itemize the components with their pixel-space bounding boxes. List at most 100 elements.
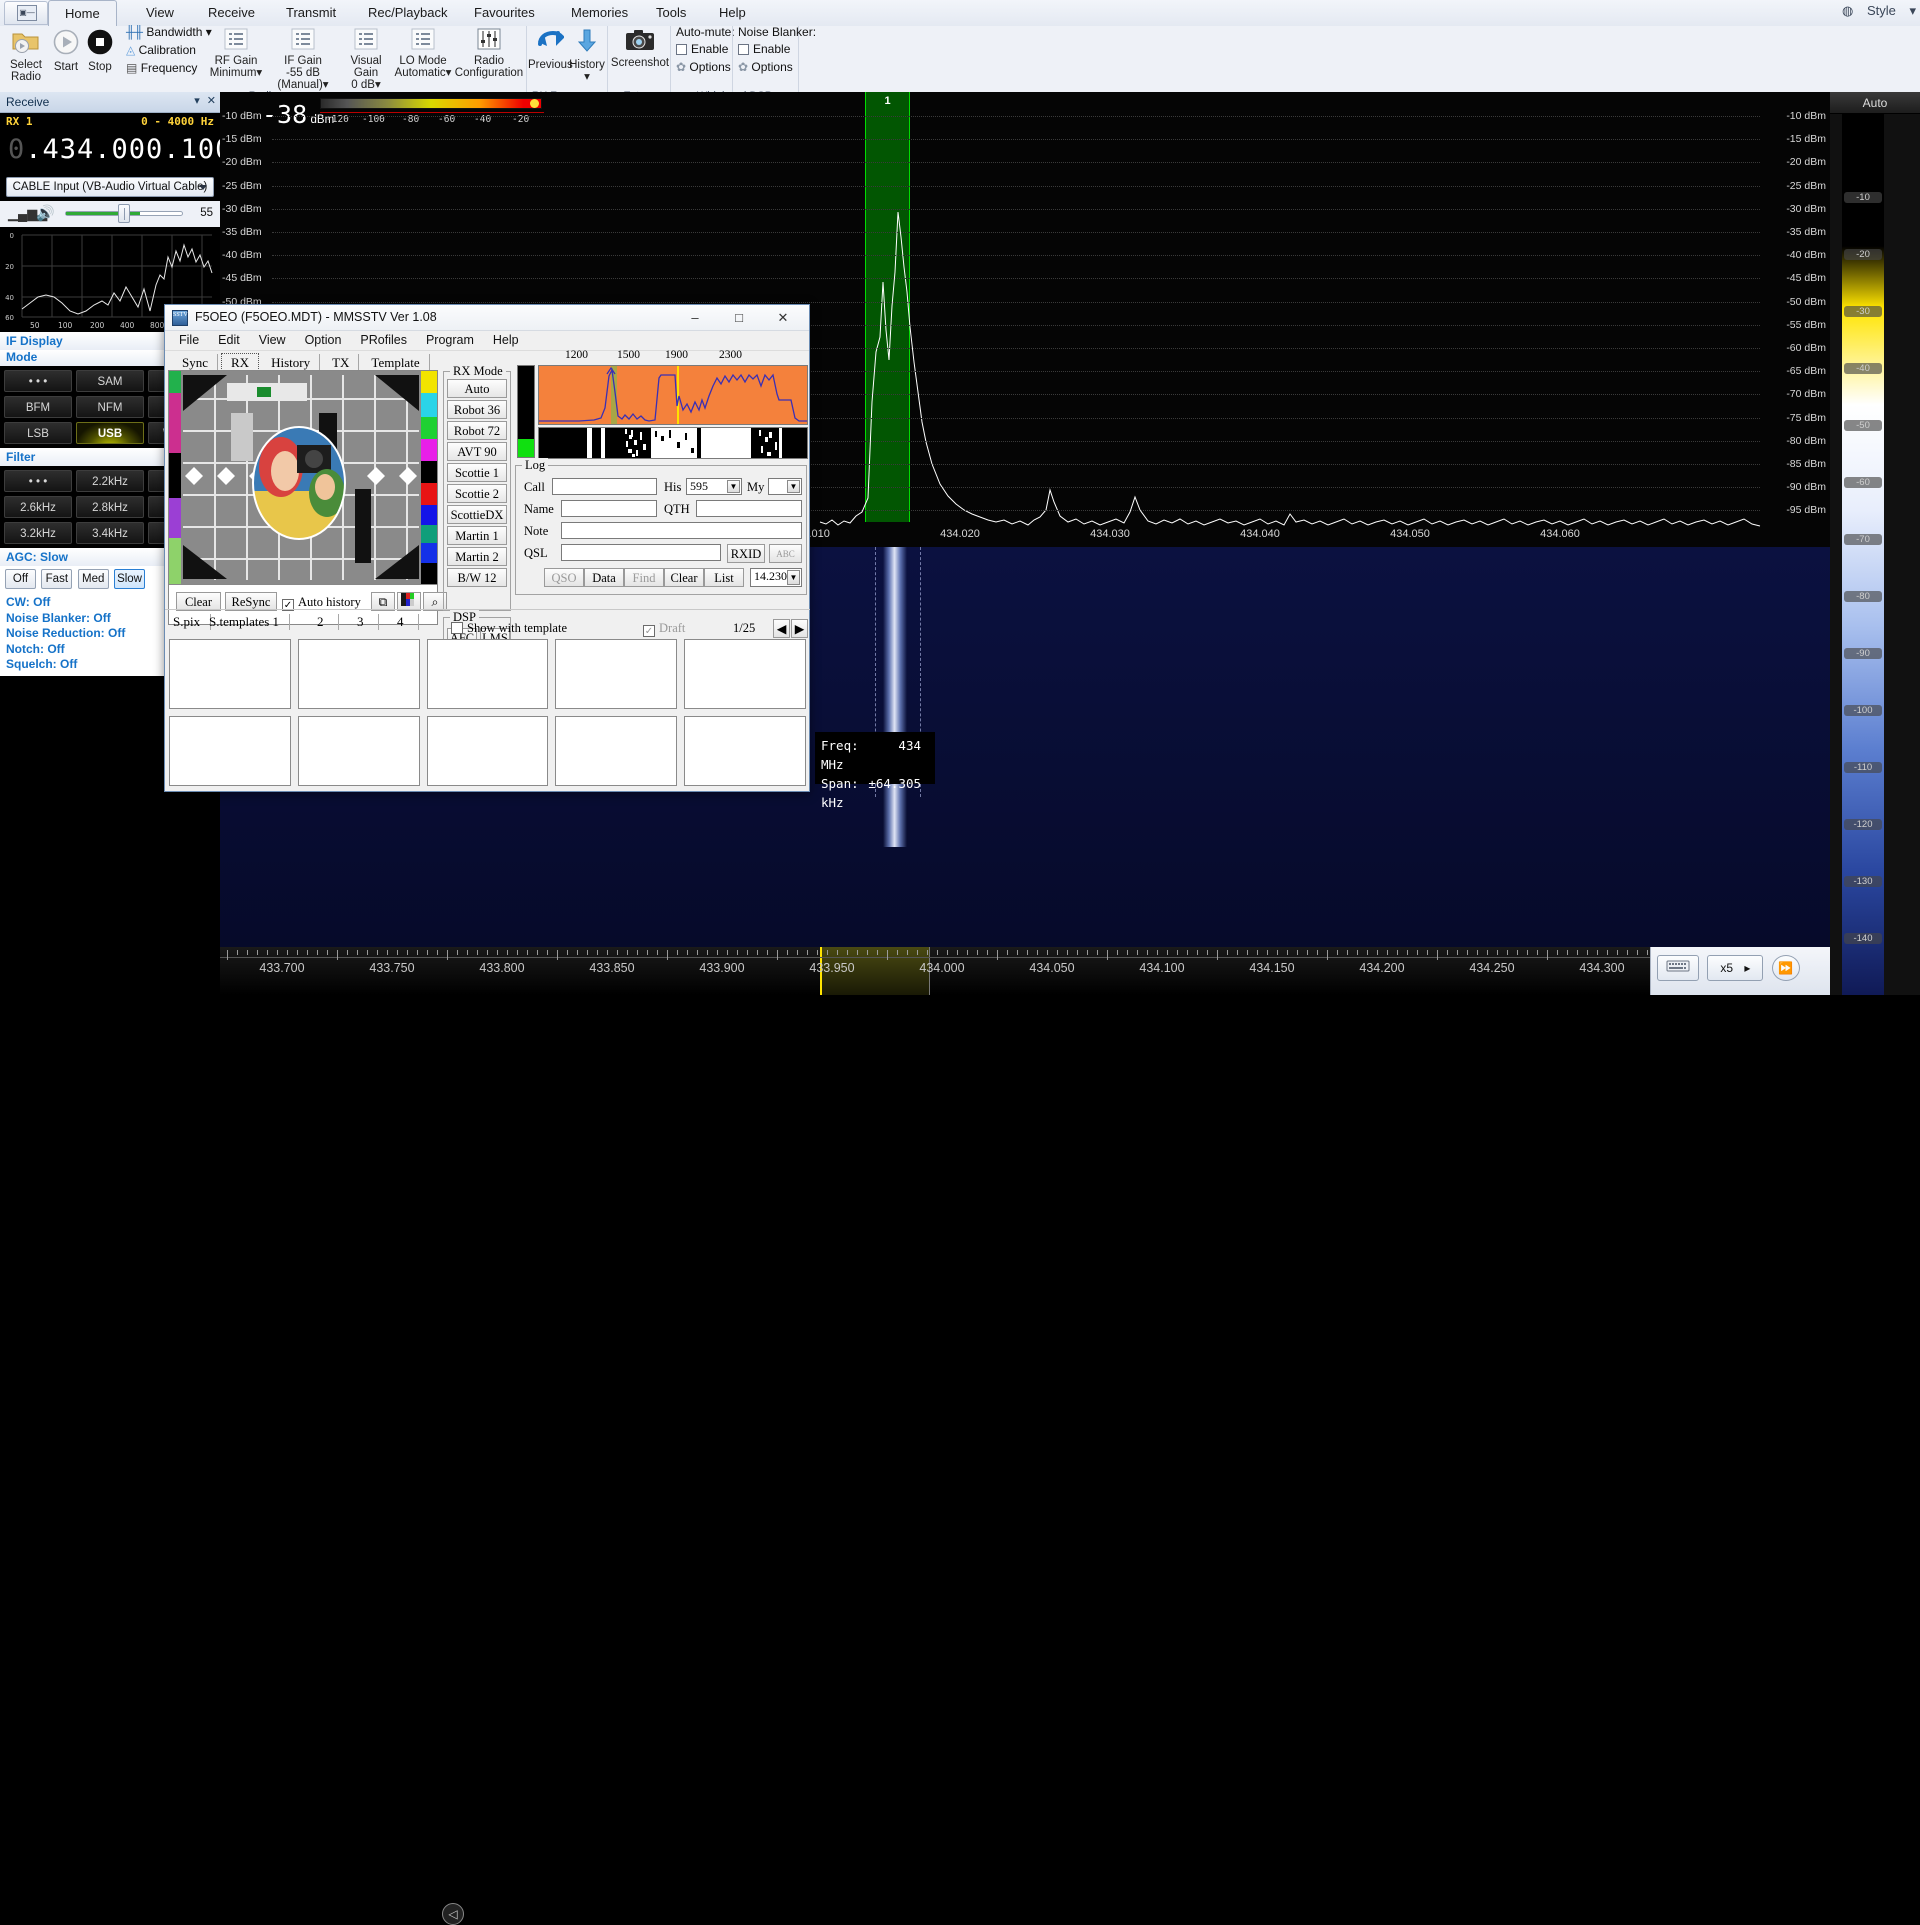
thumbnail-item[interactable] (555, 716, 677, 786)
rx-mode-robot72[interactable]: Robot 72 (447, 421, 507, 440)
chevron-down-icon[interactable]: ▼ (787, 480, 800, 493)
thumbnail-item[interactable] (169, 639, 291, 709)
filter-button-2-6khz[interactable]: 2.6kHz (4, 496, 72, 518)
bandwidth-button[interactable]: ╫╫ Bandwidth ▾ (126, 25, 212, 39)
colorbar-gradient[interactable] (1842, 114, 1884, 995)
tab-home[interactable]: Home (48, 0, 117, 26)
maximize-button[interactable]: □ (717, 305, 761, 330)
name-input[interactable] (561, 500, 657, 517)
previous-button[interactable]: Previous (528, 28, 570, 71)
rx-mode-scottiedx[interactable]: ScottieDX (447, 505, 507, 524)
visual-gain-button[interactable]: Visual Gain 0 dB▾ (338, 28, 394, 91)
rx-mode-auto[interactable]: Auto (447, 379, 507, 398)
chevron-down-icon[interactable] (199, 185, 207, 190)
list-button[interactable]: List (704, 568, 744, 587)
abc-icon[interactable]: ABC (769, 544, 802, 563)
rx-mode-robot36[interactable]: Robot 36 (447, 400, 507, 419)
menu-option[interactable]: Option (297, 331, 350, 349)
qso-button[interactable]: QSO (544, 568, 584, 587)
automute-options-button[interactable]: ✿ Options (676, 60, 731, 74)
close-button[interactable]: ✕ (761, 305, 805, 330)
tab-help[interactable]: Help (703, 0, 762, 26)
mmsstv-window[interactable]: SSTV F5OEO (F5OEO.MDT) - MMSSTV Ver 1.08… (164, 304, 810, 792)
qth-input[interactable] (696, 500, 802, 517)
screenshot-button[interactable]: Screenshot (609, 28, 671, 69)
filter-button-2-8khz[interactable]: 2.8kHz (76, 496, 144, 518)
tab-view[interactable]: View (130, 0, 190, 26)
chevron-down-icon[interactable]: ▾ (584, 71, 590, 83)
radio-configuration-button[interactable]: Radio Configuration (452, 28, 526, 79)
my-select[interactable]: ▼ (768, 478, 802, 495)
tab-tools[interactable]: Tools (640, 0, 702, 26)
stop-button[interactable]: Stop (84, 28, 116, 73)
mode-button-nfm[interactable]: NFM (76, 396, 144, 418)
rxid-button[interactable]: RXID (727, 544, 765, 563)
tab-3[interactable]: 3 (357, 614, 379, 630)
app-menu-button[interactable]: ▣— (4, 1, 48, 25)
mode-button-usb[interactable]: USB (76, 422, 144, 444)
calibration-button[interactable]: ◬ Calibration (126, 43, 196, 57)
menu-profiles[interactable]: PRofiles (352, 331, 415, 349)
close-icon[interactable]: ✕ (207, 95, 216, 107)
filter-button-2-2khz[interactable]: 2.2kHz (76, 470, 144, 492)
mode-button-bfm[interactable]: BFM (4, 396, 72, 418)
clear-log-button[interactable]: Clear (664, 568, 704, 587)
chevron-down-icon[interactable]: ▾ (375, 79, 381, 91)
chevron-down-icon[interactable]: ▼ (787, 570, 800, 585)
frequency-button[interactable]: ▤ Frequency (126, 61, 197, 75)
style-label[interactable]: Style (1867, 3, 1896, 18)
thumbnail-item[interactable] (298, 639, 420, 709)
menu-program[interactable]: Program (418, 331, 482, 349)
rx-mode-martin2[interactable]: Martin 2 (447, 547, 507, 566)
tab-4[interactable]: 4 (397, 614, 419, 630)
chevron-down-icon[interactable]: ▾ (323, 79, 329, 91)
rx-mode-martin1[interactable]: Martin 1 (447, 526, 507, 545)
agc-button-slow[interactable]: Slow (114, 569, 145, 589)
volume-knob[interactable] (118, 204, 130, 223)
band-scale-left-button[interactable]: ◁ (442, 1903, 464, 1925)
tab-stemplates[interactable]: S.templates 1 (209, 614, 290, 630)
speaker-icon[interactable]: 🔊 (36, 204, 55, 222)
call-input[interactable] (552, 478, 657, 495)
zoom-level-button[interactable]: x5 ▸ (1707, 955, 1763, 981)
log-freq-select[interactable]: 14.230 ▼ (750, 568, 802, 587)
mode-button-lsb[interactable]: LSB (4, 422, 72, 444)
menu-help[interactable]: Help (485, 331, 527, 349)
keyboard-icon[interactable] (1657, 955, 1699, 981)
menu-file[interactable]: File (171, 331, 207, 349)
mode-button-sam[interactable]: SAM (76, 370, 144, 392)
tab-favourites[interactable]: Favourites (458, 0, 551, 26)
tab-receive[interactable]: Receive (192, 0, 271, 26)
menu-view[interactable]: View (251, 331, 294, 349)
rx-mode-scottie1[interactable]: Scottie 1 (447, 463, 507, 482)
band-scale[interactable]: 433.700433.750433.800433.850433.900433.9… (220, 947, 1650, 995)
lo-mode-button[interactable]: LO Mode Automatic▾ (394, 28, 452, 79)
chevron-down-icon[interactable]: ▾ (194, 95, 200, 107)
thumbnail-item[interactable] (427, 639, 549, 709)
noise-blanker-enable-checkbox[interactable]: Enable (738, 42, 790, 56)
note-input[interactable] (561, 522, 802, 539)
chevron-down-icon[interactable]: ▾ (256, 67, 262, 79)
select-radio-button[interactable]: Select Radio (5, 28, 47, 83)
thumbnail-item[interactable] (684, 716, 806, 786)
rx-mode-avt90[interactable]: AVT 90 (447, 442, 507, 461)
chevron-down-icon[interactable]: ▾ (446, 67, 452, 79)
rx-mode-scottie2[interactable]: Scottie 2 (447, 484, 507, 503)
data-button[interactable]: Data (584, 568, 624, 587)
thumbnail-item[interactable] (169, 716, 291, 786)
agc-button-fast[interactable]: Fast (41, 569, 72, 589)
fast-forward-icon[interactable]: ⏩ (1772, 955, 1800, 981)
if-gain-button[interactable]: IF Gain -55 dB (Manual)▾ (269, 28, 337, 91)
tab-recplayback[interactable]: Rec/Playback (352, 0, 463, 26)
filter-button-more[interactable]: • • • (4, 470, 72, 492)
menu-edit[interactable]: Edit (210, 331, 248, 349)
mode-button-more[interactable]: • • • (4, 370, 72, 392)
agc-button-med[interactable]: Med (78, 569, 109, 589)
tab-spix[interactable]: S.pix (173, 614, 211, 630)
checkbox-icon[interactable] (676, 44, 687, 55)
checkbox-icon[interactable] (738, 44, 749, 55)
chevron-down-icon[interactable]: ▾ (1909, 3, 1916, 18)
thumbnail-item[interactable] (298, 716, 420, 786)
start-button[interactable]: Start (50, 28, 82, 73)
thumbnail-item[interactable] (427, 716, 549, 786)
